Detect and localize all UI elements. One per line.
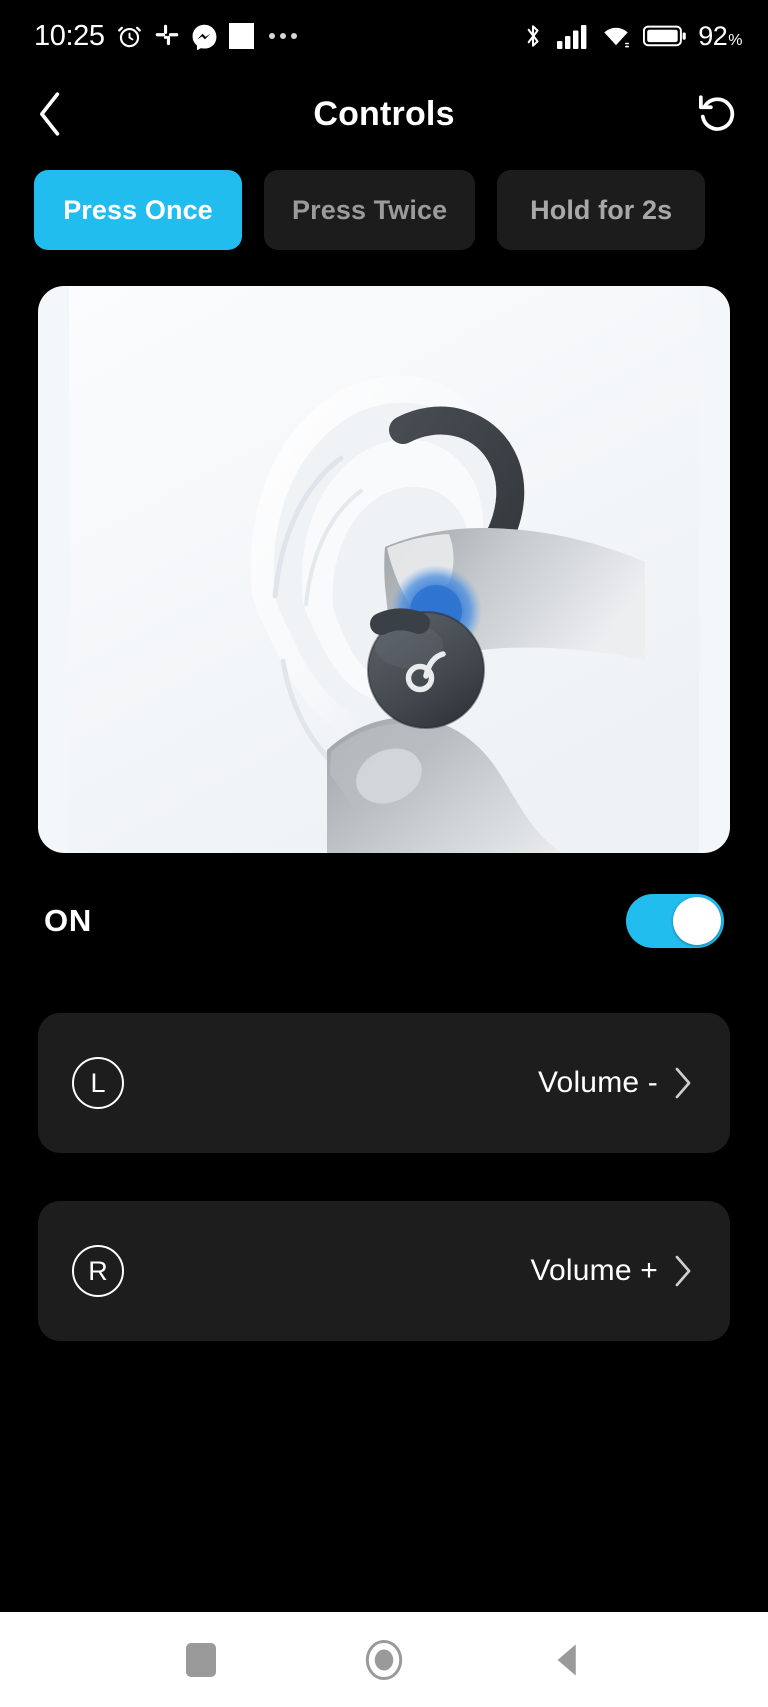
enable-gesture-toggle[interactable] (626, 894, 724, 948)
wifi-icon (600, 23, 632, 49)
square-recents-icon (186, 1642, 217, 1677)
app-bar: Controls (0, 72, 768, 156)
messenger-icon (191, 23, 218, 50)
tab-hold-for-2s[interactable]: Hold for 2s (497, 170, 706, 250)
status-bar-left: 10:25 (34, 19, 297, 52)
toggle-knob (673, 897, 721, 945)
gesture-illustration (38, 286, 730, 853)
home-button[interactable] (344, 1620, 424, 1700)
ear-earbud-illustration-icon (69, 286, 699, 853)
reset-counterclockwise-icon (698, 95, 735, 131)
right-earbud-action-value: Volume + (530, 1254, 658, 1287)
gesture-illustration-card (38, 286, 730, 853)
enable-gesture-row: ON (44, 877, 724, 965)
white-square-icon (228, 23, 254, 49)
page-title: Controls (313, 94, 455, 133)
tab-press-twice[interactable]: Press Twice (264, 170, 476, 250)
battery-percentage: 92% (698, 20, 742, 51)
chevron-right-icon (672, 1065, 694, 1101)
battery-icon (643, 24, 687, 48)
app-screen: 10:25 92 % Controls Press Once Press Twi… (0, 0, 768, 1707)
alarm-clock-icon (116, 23, 143, 50)
tab-press-once[interactable]: Press Once (34, 170, 242, 250)
percent-symbol: % (728, 31, 742, 49)
left-earbud-action-row[interactable]: L Volume - (38, 1013, 730, 1153)
battery-percent-value: 92 (698, 20, 728, 51)
left-earbud-value-group: Volume - (538, 1065, 694, 1101)
triangle-back-icon (557, 1643, 576, 1676)
left-earbud-action-value: Volume - (538, 1066, 658, 1099)
status-bar: 10:25 92 % (0, 0, 768, 72)
chevron-left-icon (39, 92, 60, 136)
mode-tab-bar[interactable]: Press Once Press Twice Hold for 2s (0, 170, 768, 250)
bluetooth-icon (520, 22, 546, 50)
status-bar-right: 92% (520, 22, 742, 50)
system-navigation-bar (0, 1612, 768, 1707)
status-time: 10:25 (34, 19, 105, 52)
reset-button[interactable] (688, 85, 746, 143)
slack-icon (154, 23, 180, 49)
overflow-ellipsis-icon (268, 33, 297, 39)
right-earbud-badge-icon: R (72, 1245, 124, 1297)
left-earbud-badge-icon: L (72, 1057, 124, 1109)
recents-button[interactable] (161, 1620, 241, 1700)
back-nav-button[interactable] (527, 1620, 607, 1700)
enable-gesture-label: ON (44, 903, 93, 938)
circle-home-icon (365, 1639, 403, 1680)
chevron-right-icon (672, 1253, 694, 1289)
back-button[interactable] (22, 85, 80, 143)
right-earbud-value-group: Volume + (530, 1253, 694, 1289)
cellular-signal-icon (557, 23, 589, 49)
right-earbud-action-row[interactable]: R Volume + (38, 1201, 730, 1341)
